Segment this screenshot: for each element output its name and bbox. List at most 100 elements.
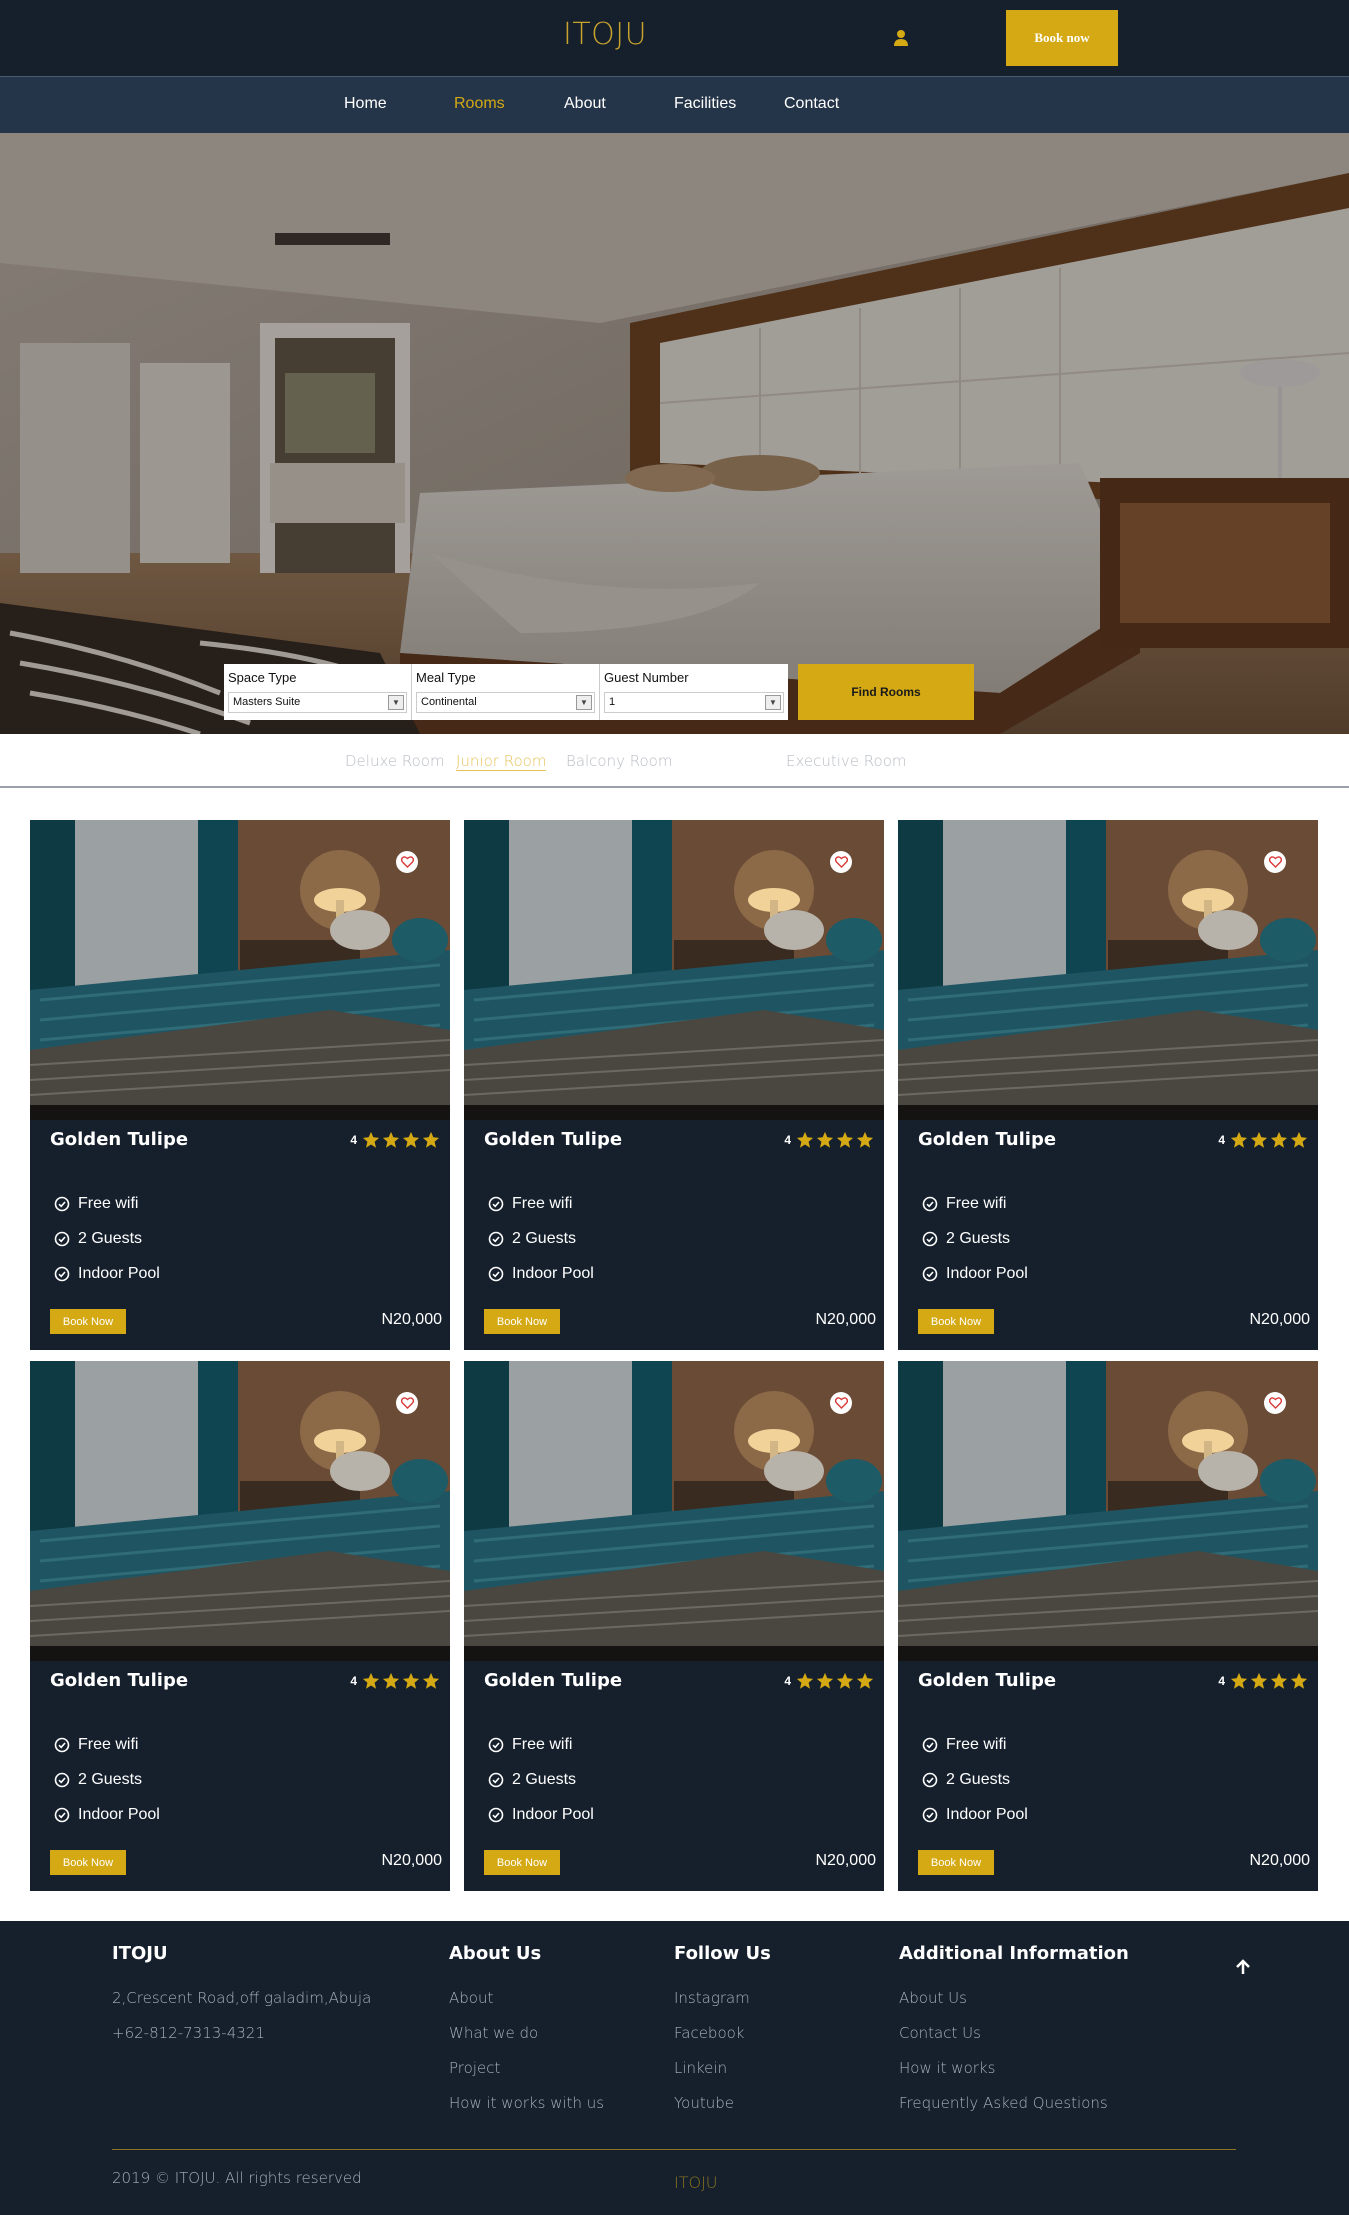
guest-number-value: 1 xyxy=(609,696,616,708)
check-circle-icon xyxy=(922,1231,938,1247)
room-card[interactable]: Golden Tulipe 4 Free wifi 2 Guests Indoor Po… xyxy=(464,1361,884,1891)
nav-contact[interactable]: Contact xyxy=(784,95,839,113)
room-feature: Free wifi xyxy=(54,1736,138,1754)
check-circle-icon xyxy=(54,1737,70,1753)
room-card[interactable]: Golden Tulipe 4 Free wifi 2 Guests Indoor Po… xyxy=(30,820,450,1350)
room-card[interactable]: Golden Tulipe 4 Free wifi 2 Guests Indoor Po… xyxy=(898,820,1318,1350)
room-book-now-button[interactable]: Book Now xyxy=(484,1309,560,1334)
room-book-now-button[interactable]: Book Now xyxy=(50,1850,126,1875)
footer-link-project[interactable]: Project xyxy=(449,2059,500,2077)
heart-icon[interactable] xyxy=(830,851,852,873)
nav-rooms[interactable]: Rooms xyxy=(454,95,505,113)
site-logo[interactable]: ITOJU xyxy=(563,17,647,52)
footer-link-contact-us[interactable]: Contact Us xyxy=(899,2024,981,2042)
room-photo[interactable] xyxy=(898,820,1318,1120)
space-type-value: Masters Suite xyxy=(233,696,301,708)
meal-type-label: Meal Type xyxy=(416,670,476,685)
footer-bottom-brand[interactable]: ITOJU xyxy=(674,2173,718,2192)
room-feature-label: Indoor Pool xyxy=(946,1806,1028,1823)
room-feature-label: 2 Guests xyxy=(78,1230,143,1247)
room-feature-label: Indoor Pool xyxy=(512,1265,594,1282)
top-header: ITOJU Book now xyxy=(0,0,1349,76)
room-photo[interactable] xyxy=(464,820,884,1120)
heart-icon[interactable] xyxy=(396,1392,418,1414)
footer-link-faq[interactable]: Frequently Asked Questions xyxy=(899,2094,1108,2112)
nav-facilities[interactable]: Facilities xyxy=(674,95,736,113)
rating-value: 4 xyxy=(1218,1674,1225,1688)
star-icon xyxy=(422,1672,440,1689)
room-book-now-button[interactable]: Book Now xyxy=(484,1850,560,1875)
star-icon xyxy=(422,1131,440,1148)
room-photo[interactable] xyxy=(464,1361,884,1661)
room-feature: 2 Guests xyxy=(54,1230,142,1248)
heart-icon[interactable] xyxy=(1264,1392,1286,1414)
footer-phone: +62-812-7313-4321 xyxy=(112,2024,265,2042)
footer-link-facebook[interactable]: Facebook xyxy=(674,2024,744,2042)
tab-balcony-room[interactable]: Balcony Room xyxy=(566,752,672,770)
tab-deluxe-room[interactable]: Deluxe Room xyxy=(345,752,445,770)
room-book-now-button[interactable]: Book Now xyxy=(918,1850,994,1875)
star-icon xyxy=(816,1131,834,1148)
find-rooms-button[interactable]: Find Rooms xyxy=(798,664,974,720)
check-circle-icon xyxy=(54,1807,70,1823)
footer-link-instagram[interactable]: Instagram xyxy=(674,1989,750,2007)
chevron-down-icon[interactable]: ▼ xyxy=(388,695,404,710)
footer-additional-title: Additional Information xyxy=(899,1943,1129,1964)
room-feature-label: Free wifi xyxy=(512,1195,573,1212)
meal-type-select[interactable]: Continental ▼ xyxy=(416,692,595,713)
room-feature: Free wifi xyxy=(922,1195,1006,1213)
heart-icon[interactable] xyxy=(830,1392,852,1414)
room-photo[interactable] xyxy=(898,1361,1318,1661)
meal-type-field[interactable]: Meal Type Continental ▼ xyxy=(412,664,600,720)
nav-about[interactable]: About xyxy=(564,95,606,113)
arrow-up-icon[interactable] xyxy=(1234,1958,1252,1976)
space-type-select[interactable]: Masters Suite ▼ xyxy=(228,692,407,713)
check-circle-icon xyxy=(488,1231,504,1247)
guest-number-select[interactable]: 1 ▼ xyxy=(604,692,784,713)
footer-link-about-us[interactable]: About Us xyxy=(899,1989,967,2007)
room-title: Golden Tulipe xyxy=(50,1670,189,1691)
room-photo[interactable] xyxy=(30,1361,450,1661)
heart-icon[interactable] xyxy=(396,851,418,873)
room-feature-label: 2 Guests xyxy=(946,1771,1011,1788)
footer-link-what-we-do[interactable]: What we do xyxy=(449,2024,538,2042)
space-type-field[interactable]: Space Type Masters Suite ▼ xyxy=(224,664,412,720)
footer-link-youtube[interactable]: Youtube xyxy=(674,2094,734,2112)
nav-home[interactable]: Home xyxy=(344,95,387,113)
star-icon xyxy=(796,1672,814,1689)
room-feature: Indoor Pool xyxy=(54,1265,160,1283)
star-icon xyxy=(836,1131,854,1148)
room-rating: 4 xyxy=(350,1131,440,1149)
room-feature: Free wifi xyxy=(488,1195,572,1213)
tab-executive-room[interactable]: Executive Room xyxy=(786,752,907,770)
footer: ITOJU 2,Crescent Road,off galadim,Abuja … xyxy=(0,1921,1349,2215)
room-feature-label: Free wifi xyxy=(946,1195,1007,1212)
room-card[interactable]: Golden Tulipe 4 Free wifi 2 Guests Indoor Po… xyxy=(898,1361,1318,1891)
check-circle-icon xyxy=(54,1772,70,1788)
footer-link-about[interactable]: About xyxy=(449,1989,493,2007)
footer-link-how-it-works-with-us[interactable]: How it works with us xyxy=(449,2094,604,2112)
room-card[interactable]: Golden Tulipe 4 Free wifi 2 Guests Indoor Po… xyxy=(464,820,884,1350)
room-feature: 2 Guests xyxy=(488,1230,576,1248)
room-title: Golden Tulipe xyxy=(918,1670,1057,1691)
room-feature-label: 2 Guests xyxy=(78,1771,143,1788)
chevron-down-icon[interactable]: ▼ xyxy=(576,695,592,710)
room-book-now-button[interactable]: Book Now xyxy=(50,1309,126,1334)
heart-icon[interactable] xyxy=(1264,851,1286,873)
star-icon xyxy=(1230,1131,1248,1148)
room-feature: Indoor Pool xyxy=(922,1265,1028,1283)
room-feature-label: 2 Guests xyxy=(946,1230,1011,1247)
footer-link-linkedin[interactable]: Linkein xyxy=(674,2059,727,2077)
book-now-button[interactable]: Book now xyxy=(1006,10,1118,66)
tab-junior-room[interactable]: Junior Room xyxy=(456,752,547,771)
room-photo[interactable] xyxy=(30,820,450,1120)
room-feature-label: Free wifi xyxy=(78,1195,139,1212)
room-price: N20,000 xyxy=(815,1311,877,1328)
footer-link-how-it-works[interactable]: How it works xyxy=(899,2059,995,2077)
room-book-now-button[interactable]: Book Now xyxy=(918,1309,994,1334)
room-card[interactable]: Golden Tulipe 4 Free wifi 2 Guests Indoor Po… xyxy=(30,1361,450,1891)
guest-number-field[interactable]: Guest Number 1 ▼ xyxy=(600,664,788,720)
room-price: N20,000 xyxy=(1249,1311,1311,1328)
user-icon[interactable] xyxy=(893,28,909,48)
chevron-down-icon[interactable]: ▼ xyxy=(765,695,781,710)
